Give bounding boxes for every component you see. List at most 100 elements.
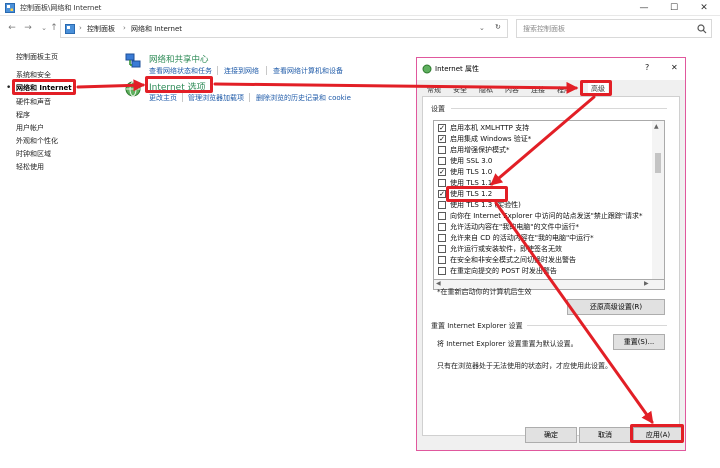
dialog-titlebar: Internet 属性 ? ✕	[417, 58, 685, 80]
checkbox[interactable]	[438, 201, 446, 209]
search-input[interactable]: 搜索控制面板	[516, 19, 712, 38]
tab-general[interactable]: 常规	[427, 85, 441, 95]
divider	[266, 66, 267, 75]
divider	[527, 325, 667, 326]
link-view-computers[interactable]: 查看网络计算机和设备	[273, 66, 343, 76]
cancel-button[interactable]: 取消	[579, 427, 631, 443]
list-item[interactable]: 在重定向提交的 POST 时发出警告	[436, 265, 650, 277]
checkbox[interactable]	[438, 256, 446, 264]
option-label: 允许运行或安装软件，即使签名无效	[450, 245, 562, 253]
checkbox[interactable]	[438, 245, 446, 253]
scroll-up-icon[interactable]: ▲	[654, 123, 659, 130]
breadcrumb-network[interactable]: 网络和 Internet	[131, 24, 182, 34]
link-manage-addons[interactable]: 管理浏览器加载项	[188, 93, 244, 103]
checkbox[interactable]: ✓	[438, 135, 446, 143]
ok-button[interactable]: 确定	[525, 427, 577, 443]
link-change-homepage[interactable]: 更改主页	[149, 93, 177, 103]
help-button[interactable]: ?	[645, 63, 649, 72]
checkbox[interactable]	[438, 157, 446, 165]
settings-label: 设置	[431, 105, 445, 113]
checkbox[interactable]: ✓	[438, 168, 446, 176]
scroll-right-icon[interactable]: ▶	[644, 280, 649, 287]
checkbox[interactable]: ✓	[438, 190, 446, 198]
maximize-button[interactable]: ☐	[659, 0, 689, 16]
highlight-network-item	[12, 79, 76, 95]
link-delete-history[interactable]: 删除浏览的历史记录和 cookie	[256, 93, 351, 103]
option-label: 使用 TLS 1.0	[450, 168, 493, 176]
sidebar-item-accounts[interactable]: 用户帐户	[16, 123, 44, 133]
chevron-down-icon[interactable]: ⌄	[479, 24, 485, 32]
tab-privacy[interactable]: 隐私	[479, 85, 493, 95]
sidebar-item-clock[interactable]: 时钟和区域	[16, 149, 51, 159]
divider	[451, 108, 667, 109]
tab-programs[interactable]: 程序	[557, 85, 571, 95]
highlight-advanced-tab	[580, 80, 612, 96]
checkbox[interactable]	[438, 212, 446, 220]
option-label: 启用增强保护模式*	[450, 146, 510, 154]
option-label: 在重定向提交的 POST 时发出警告	[450, 267, 557, 275]
option-label: 允许活动内容在"我的电脑"的文件中运行*	[450, 223, 579, 231]
divider	[217, 66, 218, 75]
option-label: 允许来自 CD 的活动内容在"我的电脑"中运行*	[450, 234, 594, 242]
link-view-network-status[interactable]: 查看网络状态和任务	[149, 66, 212, 76]
control-panel-icon	[65, 24, 75, 34]
control-panel-icon	[5, 3, 15, 13]
breadcrumb-separator: ›	[123, 24, 126, 32]
network-center-title[interactable]: 网络和共享中心	[149, 53, 209, 65]
highlight-apply-button	[630, 424, 684, 443]
minimize-button[interactable]: —	[629, 0, 659, 16]
window-titlebar: 控制面板\网络和 Internet — ☐ ✕	[0, 0, 720, 16]
checkbox[interactable]	[438, 267, 446, 275]
internet-options-icon	[422, 64, 432, 74]
sidebar-item-appearance[interactable]: 外观和个性化	[16, 136, 58, 146]
up-arrow-icon[interactable]: ↑	[48, 22, 60, 34]
forward-arrow-icon[interactable]: →	[22, 22, 34, 34]
breadcrumb-control-panel[interactable]: 控制面板	[87, 24, 115, 34]
breadcrumb-separator: ›	[79, 24, 82, 32]
reset-note: 只有在浏览器处于无法使用的状态时，才应使用此设置。	[437, 362, 612, 370]
dialog-close-button[interactable]: ✕	[671, 63, 678, 72]
search-placeholder: 搜索控制面板	[523, 25, 565, 33]
dialog-title: Internet 属性	[435, 65, 480, 73]
sidebar-item-hardware[interactable]: 硬件和声音	[16, 97, 51, 107]
tab-security[interactable]: 安全	[453, 85, 467, 95]
checkbox[interactable]	[438, 223, 446, 231]
network-center-icon	[125, 53, 141, 68]
divider	[182, 93, 183, 102]
sidebar-item-programs[interactable]: 程序	[16, 110, 30, 120]
vertical-scrollbar[interactable]: ▲	[652, 121, 664, 279]
option-label: 启用集成 Windows 验证*	[450, 135, 532, 143]
sidebar-item-home[interactable]: 控制面板主页	[16, 52, 58, 62]
highlight-tls12	[446, 186, 508, 202]
restore-advanced-button[interactable]: 还原高级设置(R)	[567, 299, 665, 315]
navigation-bar: ← → ⌄ ↑ › 控制面板 › 网络和 Internet ⌄ ↻ 搜索控制面板	[0, 18, 720, 40]
close-button[interactable]: ✕	[689, 0, 719, 16]
reset-description: 将 Internet Explorer 设置重置为默认设置。	[437, 340, 578, 348]
search-icon	[697, 24, 707, 34]
checkbox[interactable]	[438, 234, 446, 242]
sidebar-item-ease[interactable]: 轻松使用	[16, 162, 44, 172]
restart-note: *在重新启动你的计算机后生效	[437, 288, 532, 296]
internet-properties-dialog: Internet 属性 ? ✕ 常规 安全 隐私 内容 连接 程序 高级 设置 …	[416, 57, 686, 451]
current-bullet-icon: •	[6, 83, 12, 93]
link-connect-network[interactable]: 连接到网络	[224, 66, 259, 76]
tab-connections[interactable]: 连接	[531, 85, 545, 95]
scroll-left-icon[interactable]: ◀	[436, 280, 441, 287]
reset-group-label: 重置 Internet Explorer 设置	[431, 322, 523, 330]
window-title: 控制面板\网络和 Internet	[20, 4, 102, 12]
option-label: 向你在 Internet Explorer 中访问的站点发送"禁止跟踪"请求*	[450, 212, 643, 220]
option-label: 在安全和非安全模式之间切换时发出警告	[450, 256, 576, 264]
checkbox[interactable]	[438, 146, 446, 154]
back-arrow-icon[interactable]: ←	[6, 22, 18, 34]
tab-content[interactable]: 内容	[505, 85, 519, 95]
internet-options-icon	[125, 81, 141, 97]
option-label: 启用本机 XMLHTTP 支持	[450, 124, 530, 132]
refresh-icon[interactable]: ↻	[495, 23, 501, 31]
checkbox[interactable]: ✓	[438, 124, 446, 132]
reset-button[interactable]: 重置(S)...	[613, 334, 665, 350]
address-bar[interactable]: › 控制面板 › 网络和 Internet ⌄ ↻	[60, 19, 508, 38]
scrollbar-thumb[interactable]	[655, 153, 661, 173]
highlight-internet-options	[145, 76, 213, 93]
checkbox[interactable]	[438, 179, 446, 187]
divider	[249, 93, 250, 102]
